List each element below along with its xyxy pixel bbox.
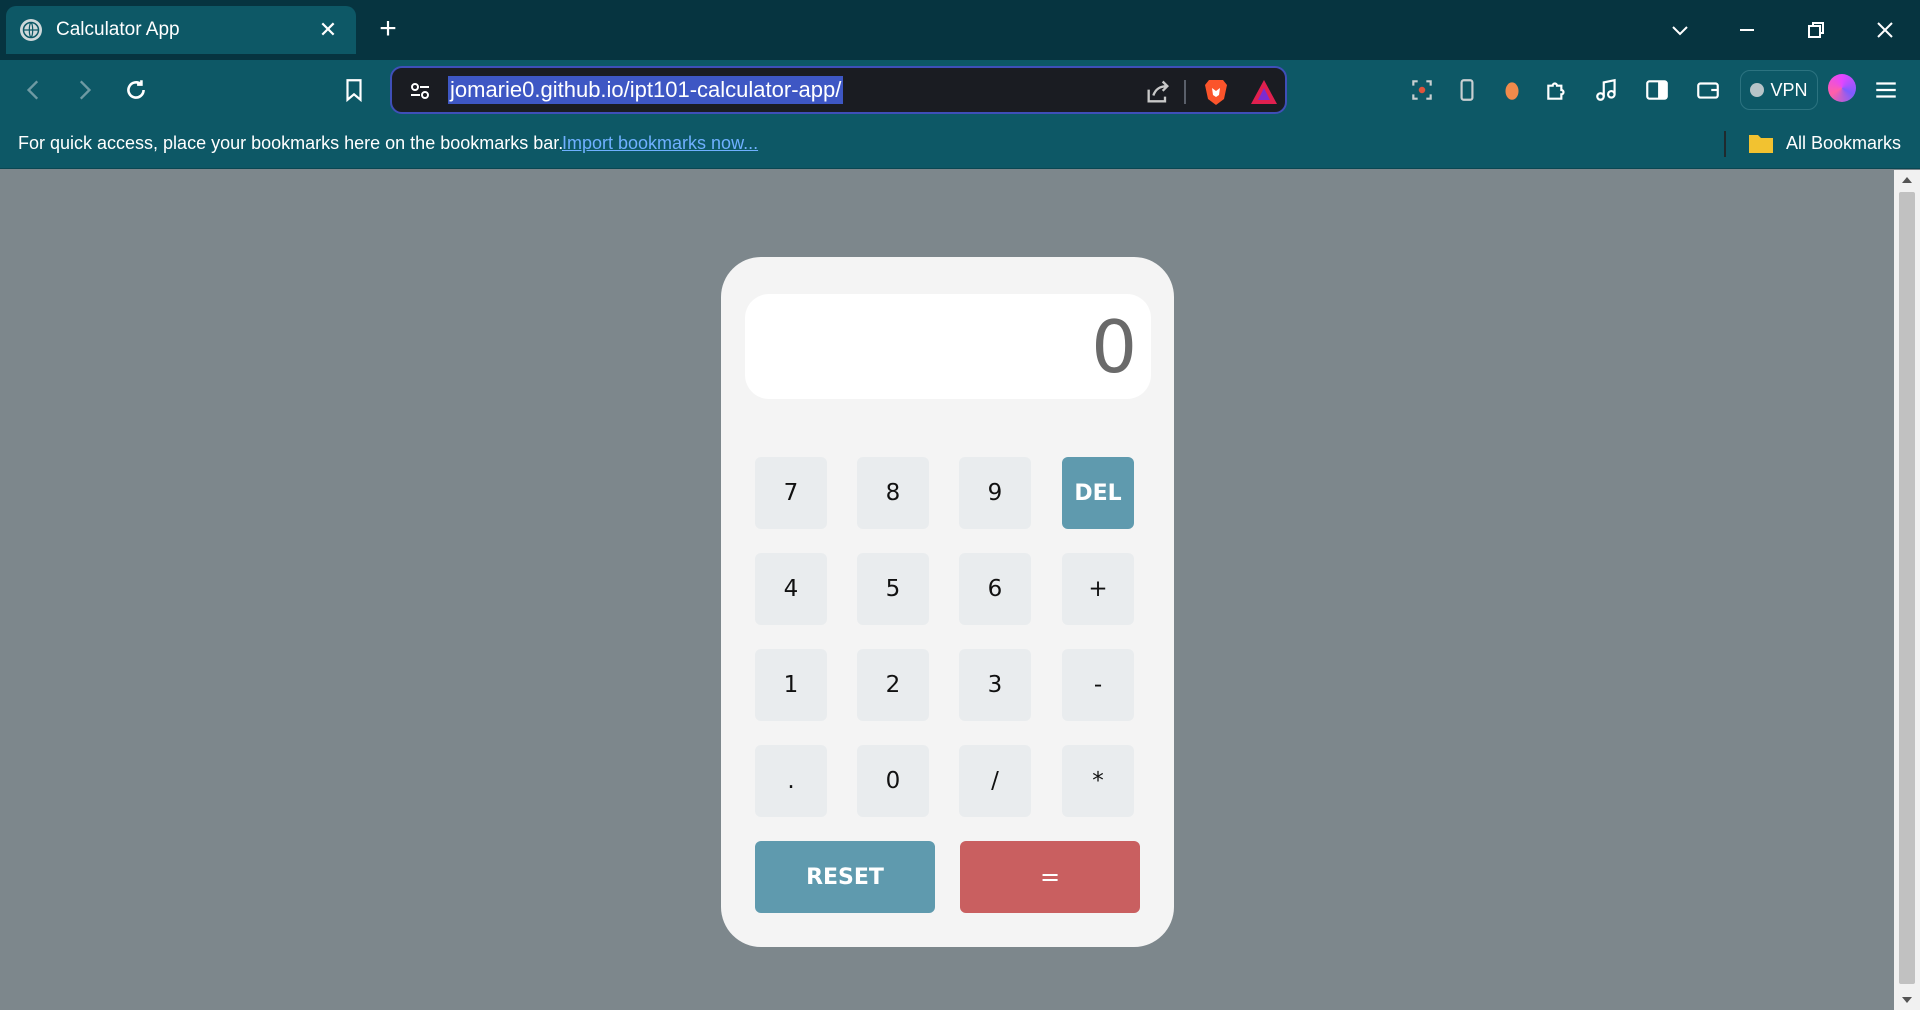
site-settings-icon[interactable] — [408, 79, 432, 103]
forward-arrow-icon[interactable] — [64, 70, 104, 110]
scrollbar-thumb[interactable] — [1899, 192, 1915, 984]
vpn-label: VPN — [1770, 79, 1808, 100]
new-tab-button[interactable]: + — [372, 14, 404, 46]
calculator-display: 0 — [745, 294, 1151, 399]
key-4[interactable]: 4 — [755, 553, 827, 625]
calculator: 0 7 8 9 DEL 4 5 6 + 1 2 3 - . 0 / * RESE… — [721, 257, 1174, 947]
extension-blob-icon[interactable] — [1492, 70, 1532, 110]
bookmarks-bar-message: For quick access, place your bookmarks h… — [18, 133, 564, 153]
add-button[interactable]: + — [1062, 553, 1134, 625]
address-bar[interactable]: jomarie0.github.io/ipt101-calculator-app… — [390, 66, 1287, 114]
bookmarks-bar: For quick access, place your bookmarks h… — [0, 121, 1920, 169]
wallet-icon[interactable] — [1688, 70, 1728, 110]
screenshot-icon[interactable] — [1402, 70, 1442, 110]
bookmarks-divider — [1724, 131, 1726, 157]
key-9[interactable]: 9 — [959, 457, 1031, 529]
media-music-icon[interactable] — [1587, 70, 1627, 110]
divide-button[interactable]: / — [959, 745, 1031, 817]
tab-close-button[interactable]: ✕ — [314, 16, 342, 44]
share-icon[interactable] — [1144, 78, 1172, 106]
reload-icon[interactable] — [116, 70, 156, 110]
key-7[interactable]: 7 — [755, 457, 827, 529]
bookmark-icon[interactable] — [334, 70, 374, 110]
brave-shields-icon[interactable] — [1200, 76, 1232, 108]
scroll-up-arrow-icon[interactable] — [1894, 170, 1920, 190]
key-8[interactable]: 8 — [857, 457, 929, 529]
back-arrow-icon[interactable] — [14, 70, 54, 110]
import-bookmarks-link[interactable]: Import bookmarks now... — [562, 133, 758, 154]
equals-button[interactable]: = — [960, 841, 1140, 913]
menu-hamburger-icon[interactable] — [1866, 70, 1906, 110]
delete-button[interactable]: DEL — [1062, 457, 1134, 529]
sidebar-icon[interactable] — [1637, 70, 1677, 110]
phone-icon[interactable] — [1447, 70, 1487, 110]
globe-icon — [20, 19, 42, 41]
tab-title: Calculator App — [56, 19, 180, 40]
reset-button[interactable]: RESET — [755, 841, 935, 913]
key-6[interactable]: 6 — [959, 553, 1031, 625]
key-1[interactable]: 1 — [755, 649, 827, 721]
subtract-button[interactable]: - — [1062, 649, 1134, 721]
folder-icon — [1749, 135, 1773, 153]
scroll-down-arrow-icon[interactable] — [1894, 990, 1920, 1010]
address-bar-url[interactable]: jomarie0.github.io/ipt101-calculator-app… — [448, 76, 844, 104]
browser-toolbar: jomarie0.github.io/ipt101-calculator-app… — [0, 60, 1920, 121]
profile-avatar[interactable] — [1828, 74, 1856, 102]
minimize-icon[interactable] — [1727, 10, 1767, 50]
tab-strip: Calculator App ✕ + — [0, 0, 1920, 60]
key-2[interactable]: 2 — [857, 649, 929, 721]
decimal-button[interactable]: . — [755, 745, 827, 817]
key-5[interactable]: 5 — [857, 553, 929, 625]
multiply-button[interactable]: * — [1062, 745, 1134, 817]
all-bookmarks-button[interactable]: All Bookmarks — [1786, 133, 1901, 154]
browser-tab[interactable]: Calculator App ✕ — [6, 6, 356, 54]
extensions-puzzle-icon[interactable] — [1537, 70, 1577, 110]
brave-rewards-icon[interactable] — [1248, 76, 1280, 108]
key-3[interactable]: 3 — [959, 649, 1031, 721]
restore-icon[interactable] — [1796, 10, 1836, 50]
tab-search-chevron-icon[interactable] — [1660, 10, 1700, 50]
key-0[interactable]: 0 — [857, 745, 929, 817]
vpn-button[interactable]: VPN — [1740, 70, 1818, 110]
close-window-icon[interactable] — [1865, 10, 1905, 50]
vpn-status-icon — [1750, 83, 1765, 97]
address-bar-divider — [1184, 80, 1186, 104]
page-scrollbar[interactable] — [1894, 170, 1920, 1010]
